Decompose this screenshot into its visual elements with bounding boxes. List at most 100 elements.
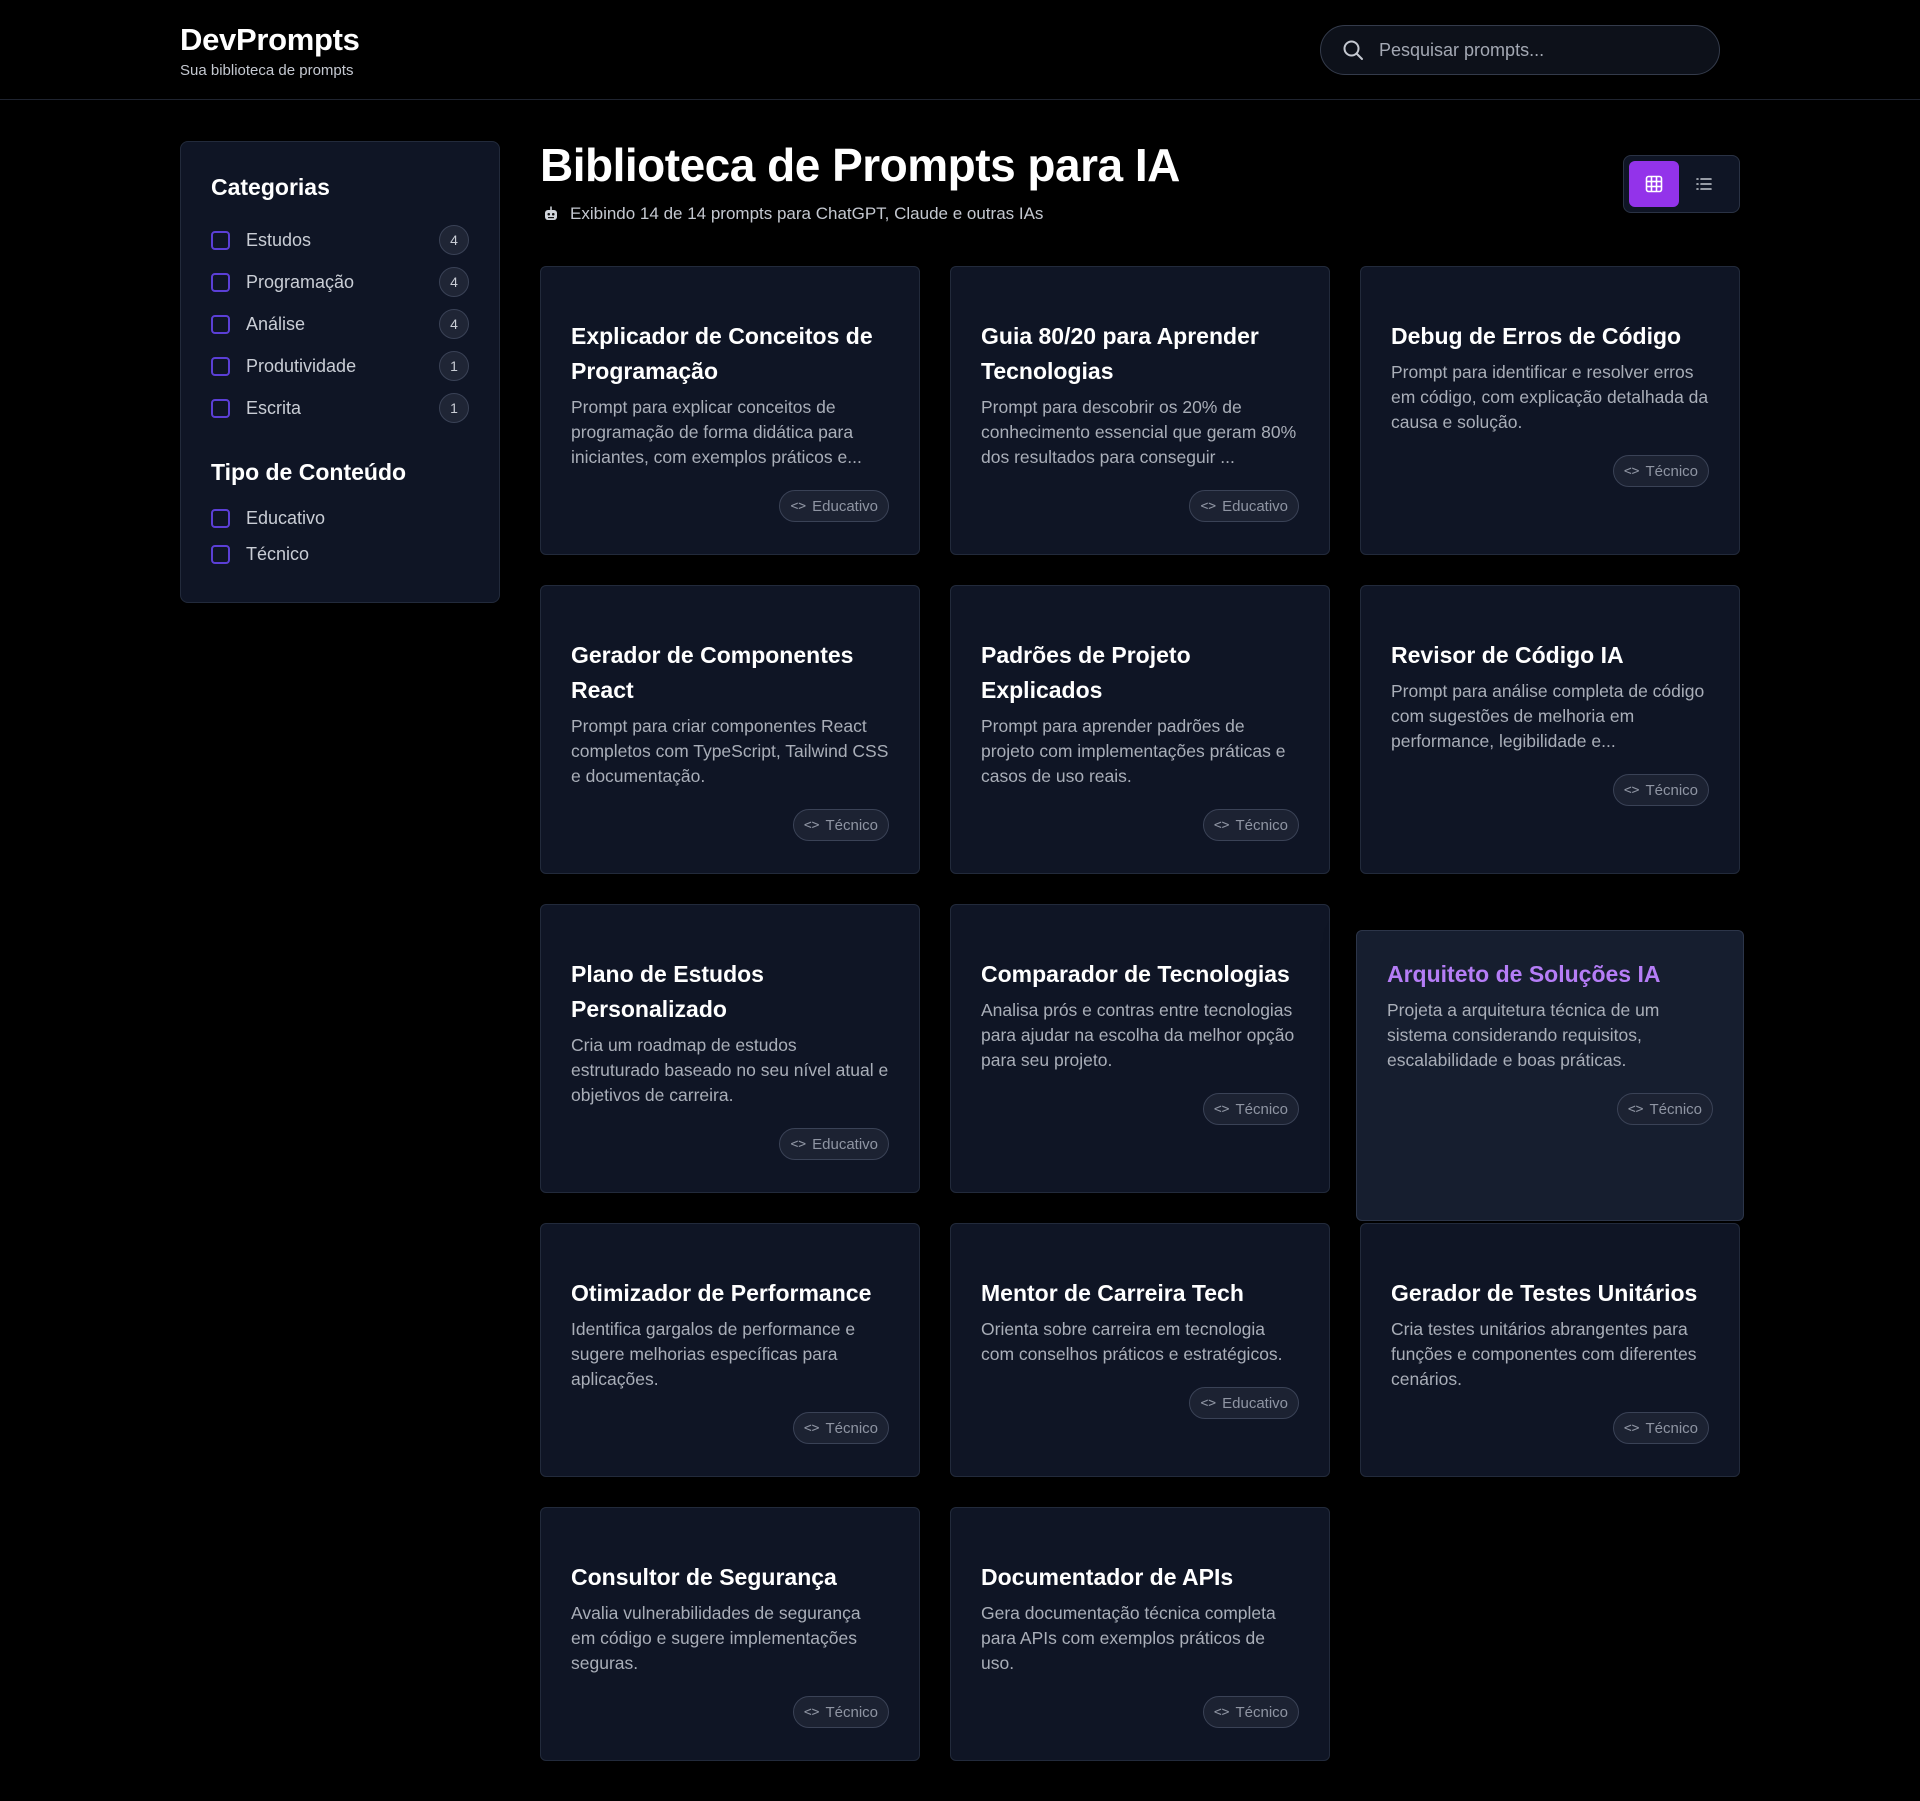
grid-view-button[interactable] [1629, 161, 1679, 207]
card-description: Orienta sobre carreira em tecnologia com… [981, 1319, 1283, 1364]
prompt-card[interactable]: Plano de Estudos Personalizado Cria um ro… [540, 904, 920, 1193]
card-description: Prompt para criar componentes React comp… [571, 716, 889, 786]
category-filter[interactable]: Escrita 1 [211, 387, 469, 429]
content-type-checkbox[interactable] [211, 508, 230, 528]
results-summary-text: Exibindo 14 de 14 prompts para ChatGPT, … [570, 204, 1044, 223]
category-count-badge: 4 [439, 267, 469, 297]
tag-label: Técnico [825, 1419, 878, 1437]
content-type-tag: <> Técnico [1202, 809, 1299, 841]
content-type-heading: Tipo de Conteúdo [211, 459, 407, 485]
category-checkbox[interactable] [211, 398, 230, 418]
top-header: DevPrompts Sua biblioteca de prompts [0, 0, 1920, 100]
view-toggle [1623, 155, 1740, 213]
prompt-card[interactable]: Explicador de Conceitos de Programação Pr… [540, 266, 920, 555]
prompt-card[interactable]: Debug de Erros de Código Prompt para iden… [1360, 266, 1740, 555]
category-list: Estudos 4 Programação 4 Análise 4 Produtividad… [211, 219, 469, 429]
prompt-card[interactable]: Padrões de Projeto Explicados Prompt para… [950, 585, 1330, 874]
category-filter[interactable]: Análise 4 [211, 303, 469, 345]
card-title: Otimizador de Performance [571, 1280, 872, 1306]
list-view-button[interactable] [1679, 161, 1729, 207]
card-title: Consultor de Segurança [571, 1564, 837, 1590]
search-box[interactable] [1320, 25, 1720, 75]
category-label: Estudos [246, 229, 312, 250]
search-icon [1343, 40, 1363, 60]
prompt-card[interactable]: Guia 80/20 para Aprender Tecnologias Prom… [950, 266, 1330, 555]
content-type-tag: <> Técnico [792, 1696, 889, 1728]
tag-label: Educativo [1222, 1394, 1288, 1412]
category-count-badge: 1 [439, 393, 469, 423]
category-checkbox[interactable] [211, 230, 230, 250]
code-icon: <> [790, 498, 807, 514]
category-filter[interactable]: Produtividade 1 [211, 345, 469, 387]
code-icon: <> [790, 1136, 807, 1152]
card-title: Comparador de Tecnologias [981, 961, 1290, 987]
categories-heading: Categorias [211, 174, 330, 200]
tag-label: Técnico [1649, 1100, 1702, 1118]
category-checkbox[interactable] [211, 356, 230, 376]
prompt-card[interactable]: Gerador de Testes Unitários Cria testes u… [1360, 1223, 1740, 1477]
tag-label: Educativo [1222, 497, 1288, 515]
card-description: Gera documentação técnica completa para … [981, 1603, 1276, 1673]
prompt-card[interactable]: Gerador de Componentes React Prompt para … [540, 585, 920, 874]
category-checkbox[interactable] [211, 272, 230, 292]
category-checkbox[interactable] [211, 314, 230, 334]
category-label: Produtividade [246, 355, 357, 376]
category-filter[interactable]: Programação 4 [211, 261, 469, 303]
card-description: Cria um roadmap de estudos estruturado b… [571, 1035, 889, 1105]
code-icon: <> [1213, 1704, 1230, 1720]
code-icon: <> [1213, 817, 1230, 833]
card-title: Gerador de Componentes React [571, 642, 854, 703]
content-type-filter[interactable]: Educativo [211, 500, 469, 536]
brand-title: DevPrompts [180, 22, 360, 57]
content-type-tag: <> Educativo [1189, 490, 1299, 522]
card-title: Mentor de Carreira Tech [981, 1280, 1244, 1306]
prompt-card[interactable]: Comparador de Tecnologias Analisa prós e … [950, 904, 1330, 1193]
prompt-card[interactable]: Otimizador de Performance Identifica garg… [540, 1223, 920, 1477]
content-type-checkbox[interactable] [211, 544, 230, 564]
content-type-tag: <> Técnico [1612, 774, 1709, 806]
content-type-tag: <> Técnico [792, 1412, 889, 1444]
category-count-badge: 4 [439, 225, 469, 255]
tag-label: Técnico [825, 816, 878, 834]
card-description: Prompt para explicar conceitos de progra… [571, 397, 862, 467]
tag-label: Técnico [1645, 462, 1698, 480]
tag-label: Técnico [1645, 1419, 1698, 1437]
prompt-card[interactable]: Arquiteto de Soluções IA Projeta a arquit… [1356, 930, 1744, 1221]
code-icon: <> [803, 817, 820, 833]
card-title: Explicador de Conceitos de Programação [571, 323, 873, 384]
category-count-badge: 4 [439, 309, 469, 339]
tag-label: Técnico [1645, 781, 1698, 799]
content-type-filter[interactable]: Técnico [211, 536, 469, 572]
content-type-tag: <> Educativo [779, 490, 889, 522]
card-title: Revisor de Código IA [1391, 642, 1624, 668]
prompt-card[interactable]: Consultor de Segurança Avalia vulnerabili… [540, 1507, 920, 1761]
brand[interactable]: DevPrompts Sua biblioteca de prompts [180, 22, 360, 79]
grid-icon [1645, 175, 1663, 193]
content-type-tag: <> Técnico [1202, 1696, 1299, 1728]
content-type-list: Educativo Técnico [211, 500, 469, 572]
card-description: Analisa prós e contras entre tecnologias… [981, 1000, 1295, 1070]
code-icon: <> [803, 1704, 820, 1720]
code-icon: <> [803, 1420, 820, 1436]
prompt-card[interactable]: Mentor de Carreira Tech Orienta sobre car… [950, 1223, 1330, 1477]
search-input[interactable] [1379, 39, 1679, 61]
content-type-tag: <> Técnico [1612, 455, 1709, 487]
prompt-card[interactable]: Revisor de Código IA Prompt para análise … [1360, 585, 1740, 874]
tag-label: Técnico [1235, 1703, 1288, 1721]
card-title: Debug de Erros de Código [1391, 323, 1682, 349]
filter-sidebar: Categorias Estudos 4 Programação 4 Análise 4 P… [180, 141, 500, 603]
content-type-tag: <> Educativo [779, 1128, 889, 1160]
prompt-card[interactable]: Documentador de APIs Gera documentação té… [950, 1507, 1330, 1761]
category-label: Análise [246, 313, 306, 334]
tag-label: Educativo [812, 497, 878, 515]
card-title: Arquiteto de Soluções IA [1387, 961, 1661, 987]
category-count-badge: 1 [439, 351, 469, 381]
content-type-tag: <> Técnico [1612, 1412, 1709, 1444]
category-label: Escrita [246, 397, 302, 418]
card-title: Documentador de APIs [981, 1564, 1234, 1590]
category-filter[interactable]: Estudos 4 [211, 219, 469, 261]
brand-tagline: Sua biblioteca de prompts [180, 62, 354, 79]
card-description: Prompt para descobrir os 20% de conhecim… [981, 397, 1297, 467]
card-description: Cria testes unitários abrangentes para f… [1391, 1319, 1697, 1389]
content-type-label: Educativo [246, 507, 326, 528]
